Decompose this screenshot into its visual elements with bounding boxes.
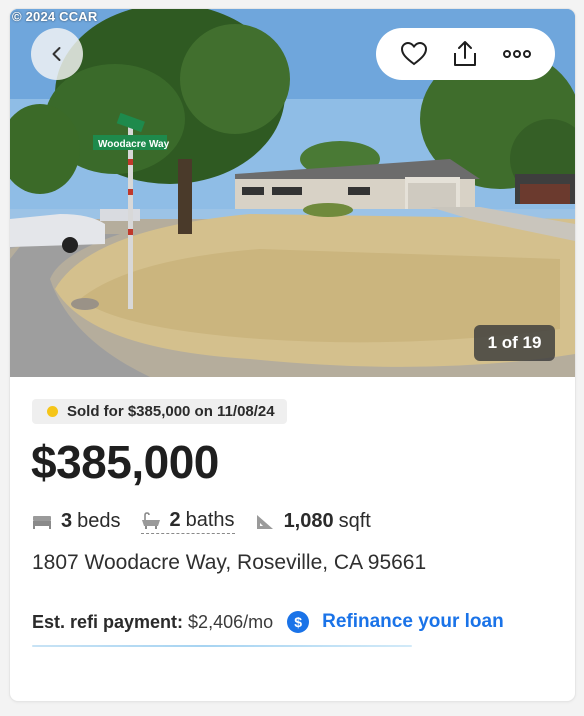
favorite-button[interactable] [396,36,432,72]
stat-baths[interactable]: 2 baths [140,509,235,534]
stat-sqft: 1,080 sqft [255,510,371,533]
bathtub-icon [141,511,160,529]
status-dot [47,406,58,417]
beds-label: beds [77,510,121,532]
beds-count: 3 [61,510,73,532]
share-button[interactable] [447,36,483,72]
refi-row: Est. refi payment: $2,406/mo $ Refinance… [32,611,504,633]
photo-action-bar [376,28,555,80]
more-options-button[interactable] [499,36,535,72]
bed-icon [33,515,51,529]
sold-status-text: Sold for $385,000 on 11/08/24 [67,403,275,420]
share-icon [454,41,477,66]
more-dots-icon [503,50,532,58]
photo-copyright: © 2024 CCAR [12,9,98,24]
sqft-label: sqft [338,510,371,532]
refi-divider [32,645,412,647]
street-sign-text: Woodacre Way [98,139,170,150]
sqft-count: 1,080 [283,510,334,532]
sold-status-badge: Sold for $385,000 on 11/08/24 [32,399,287,424]
dollar-circle-icon: $ [287,611,310,633]
heart-icon [400,41,427,66]
chevron-left-icon [52,47,61,61]
listing-address: 1807 Woodacre Way, Roseville, CA 95661 [32,551,427,574]
photo-counter: 1 of 19 [474,325,555,361]
stat-beds: 3 beds [32,510,121,533]
property-stats: 3 beds 2 baths 1,080 sqft [32,509,391,534]
baths-label: baths [185,509,235,531]
listing-card[interactable]: Woodacre Way © 2024 CCAR 1 of 19 Sold fo… [10,9,575,701]
listing-price: $385,000 [31,436,219,488]
ruler-triangle-icon [256,514,273,529]
baths-count: 2 [169,509,181,531]
refi-label: Est. refi payment: [32,611,184,632]
refi-amount: $2,406/mo [188,611,274,632]
refinance-link[interactable]: Refinance your loan [322,611,504,633]
listing-photo[interactable]: Woodacre Way © 2024 CCAR 1 of 19 [10,9,575,377]
back-button[interactable] [31,28,83,80]
